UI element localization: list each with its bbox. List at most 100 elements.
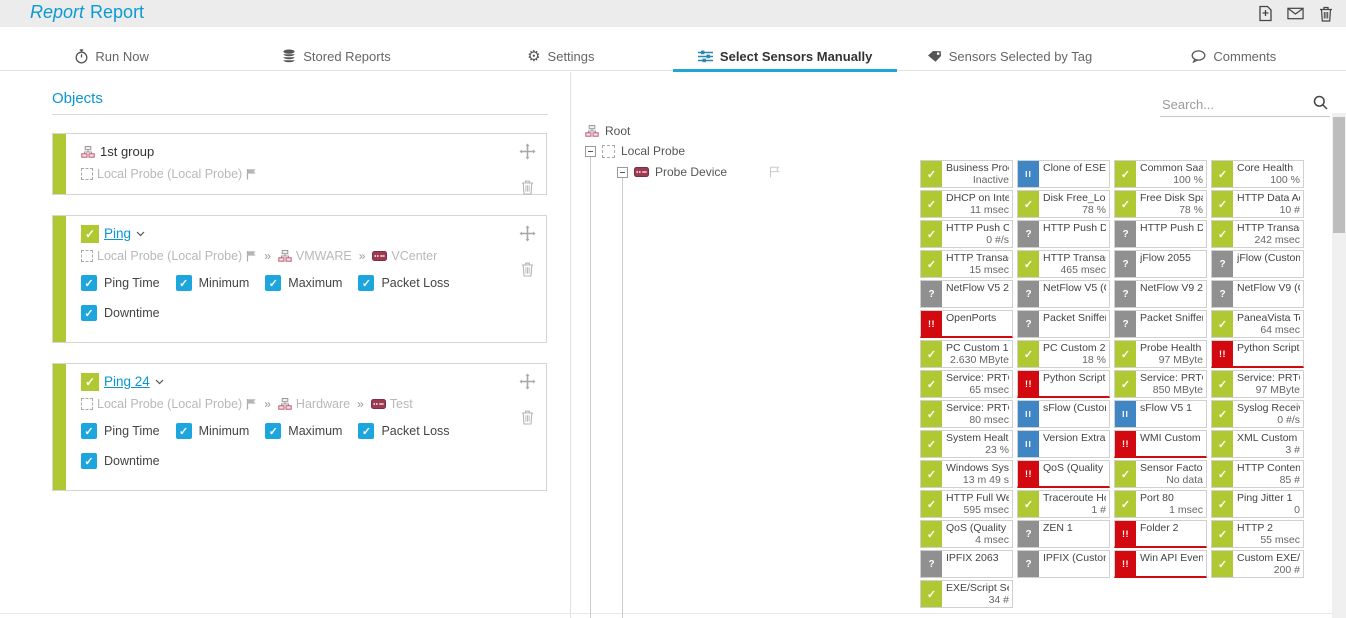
sensor-tile[interactable]: sFlow V5 1 <box>1114 400 1207 428</box>
chevron-down-icon[interactable] <box>155 379 164 385</box>
tab-select-sensors-manually[interactable]: Select Sensors Manually <box>673 42 897 70</box>
sensor-link-ping[interactable]: Ping <box>104 226 131 241</box>
sensor-tile[interactable]: PC Custom 1 2.630 MByte <box>920 340 1013 368</box>
sensor-tile[interactable]: Packet Sniffer 1 <box>1017 310 1110 338</box>
sensor-tile[interactable]: Python Script ... <box>1017 370 1110 398</box>
tab-sensors-selected-by-tag[interactable]: Sensors Selected by Tag <box>897 42 1121 70</box>
sensor-tile[interactable]: jFlow 2055 <box>1114 250 1207 278</box>
tab-comments[interactable]: Comments <box>1122 42 1346 70</box>
sensor-tile[interactable]: EXE/Script Sen... 34 # <box>920 580 1013 608</box>
sensor-link-ping24[interactable]: Ping 24 <box>104 374 150 389</box>
sensor-tile[interactable]: NetFlow V5 (C... <box>1017 280 1110 308</box>
sensor-tile[interactable]: HTTP Push Da... <box>1017 220 1110 248</box>
sensor-tile[interactable]: Custom EXE/S... 200 # <box>1211 550 1304 578</box>
checkbox-checked[interactable] <box>81 305 97 321</box>
sensor-tile[interactable]: Disk Free_Local 78 % <box>1017 190 1110 218</box>
delete-icon[interactable] <box>1317 5 1334 22</box>
sensor-tile[interactable]: Python Script ... <box>1211 340 1304 368</box>
trash-icon[interactable] <box>521 262 534 282</box>
sensor-tile[interactable]: Syslog Receive... 0 #/s <box>1211 400 1304 428</box>
tab-settings[interactable]: ⚙ Settings <box>449 42 673 70</box>
sensor-tile[interactable]: IPFIX 2063 <box>920 550 1013 578</box>
sensor-tile[interactable]: HTTP Full Web... 595 msec <box>920 490 1013 518</box>
sensor-tile[interactable]: HTTP Transact... 242 msec <box>1211 220 1304 248</box>
checkbox-checked[interactable] <box>358 275 374 291</box>
collapse-expander-icon[interactable] <box>617 167 628 178</box>
sensor-tile[interactable]: Common SaaS... 100 % <box>1114 160 1207 188</box>
sensor-tile[interactable]: PaneaVista Te... 64 msec <box>1211 310 1304 338</box>
sensor-tile[interactable]: Folder 2 <box>1114 520 1207 548</box>
sensor-tile[interactable]: HTTP Transact... 15 msec <box>920 250 1013 278</box>
sensor-tile[interactable]: NetFlow V9 (C... <box>1211 280 1304 308</box>
sensor-tile[interactable]: HTTP Content 1 85 # <box>1211 460 1304 488</box>
sensor-tile[interactable]: HTTP Data Ad... 10 # <box>1211 190 1304 218</box>
sensor-tile[interactable]: Clone of ESET ... <box>1017 160 1110 188</box>
move-handle-icon[interactable] <box>519 143 536 165</box>
sensor-tile[interactable]: Windows Syst... 13 m 49 s <box>920 460 1013 488</box>
channel-packet-loss: Packet Loss <box>358 275 449 291</box>
sensor-tile[interactable]: XML Custom E... 3 # <box>1211 430 1304 458</box>
sensor-tile[interactable]: Probe Health 97 MByte <box>1114 340 1207 368</box>
sensor-tile[interactable]: HTTP Push Co... 0 #/s <box>920 220 1013 248</box>
sensor-tile[interactable]: jFlow (Custom... <box>1211 250 1304 278</box>
email-icon[interactable] <box>1287 5 1304 22</box>
sensor-tile[interactable]: Business Proc... Inactive <box>920 160 1013 188</box>
sensor-tile[interactable]: HTTP Transact... 465 msec <box>1017 250 1110 278</box>
checkbox-checked[interactable] <box>176 275 192 291</box>
sensor-tile[interactable]: Service: PRTG ... 80 msec <box>920 400 1013 428</box>
sensor-tile[interactable]: QoS (Quality of... <box>1017 460 1110 488</box>
sensor-tile[interactable]: Traceroute Ho... 1 # <box>1017 490 1110 518</box>
tab-run-now[interactable]: Run Now <box>0 42 224 70</box>
sensor-tile[interactable]: Sensor Factory... No data <box>1114 460 1207 488</box>
channel-minimum: Minimum <box>176 275 250 291</box>
sensor-grid: Business Proc... Inactive Clone of ESET … <box>920 160 1308 608</box>
checkbox-checked[interactable] <box>265 423 281 439</box>
trash-icon[interactable] <box>521 180 534 200</box>
checkbox-checked[interactable] <box>176 423 192 439</box>
sensor-tile[interactable]: Service: PRTG ... 97 MByte <box>1211 370 1304 398</box>
checkbox-checked[interactable] <box>81 423 97 439</box>
sensor-tile[interactable]: Service: PRTG ... 850 MByte <box>1114 370 1207 398</box>
sensor-tile[interactable]: ZEN 1 <box>1017 520 1110 548</box>
sensor-tile[interactable]: Version Extract... <box>1017 430 1110 458</box>
sensor-tile[interactable]: sFlow (Custom... <box>1017 400 1110 428</box>
sensor-tile[interactable]: DHCP on Intel(... 11 msec <box>920 190 1013 218</box>
device-icon <box>372 251 387 261</box>
sensor-tile[interactable]: Service: PRTG ... 65 msec <box>920 370 1013 398</box>
sensor-tile[interactable]: NetFlow V5 20... <box>920 280 1013 308</box>
search-icon[interactable] <box>1313 95 1328 115</box>
chevron-down-icon[interactable] <box>136 231 145 237</box>
sensor-tile[interactable]: QoS (Quality of... 4 msec <box>920 520 1013 548</box>
move-handle-icon[interactable] <box>519 225 536 247</box>
scrollbar-thumb[interactable] <box>1333 117 1345 233</box>
checkbox-checked[interactable] <box>358 423 374 439</box>
sensor-tile[interactable]: System Health 23 % <box>920 430 1013 458</box>
sensor-tile[interactable]: HTTP 2 55 msec <box>1211 520 1304 548</box>
add-report-icon[interactable] <box>1257 5 1274 22</box>
tree-item-root[interactable]: Root <box>585 123 630 139</box>
checkbox-checked[interactable] <box>81 275 97 291</box>
sensor-tile[interactable]: NetFlow V9 20... <box>1114 280 1207 308</box>
sensor-tile[interactable]: WMI Custom S... <box>1114 430 1207 458</box>
sensor-status-icon <box>1115 281 1136 307</box>
tree-item-probe-device[interactable]: Probe Device <box>617 164 780 180</box>
search-input[interactable] <box>1162 94 1302 114</box>
sensor-tile[interactable]: Ping Jitter 1 0 <box>1211 490 1304 518</box>
checkbox-checked[interactable] <box>81 453 97 469</box>
tab-stored-reports[interactable]: Stored Reports <box>224 42 448 70</box>
move-handle-icon[interactable] <box>519 373 536 395</box>
sensor-tile[interactable]: Win API Eventl... <box>1114 550 1207 578</box>
sensor-tile-name: Service: PRTG ... <box>946 402 1009 414</box>
sensor-tile[interactable]: Port 80 1 msec <box>1114 490 1207 518</box>
sensor-tile[interactable]: Core Health 100 % <box>1211 160 1304 188</box>
tree-item-local-probe[interactable]: Local Probe <box>585 143 685 159</box>
sensor-tile[interactable]: Free Disk Spac... 78 % <box>1114 190 1207 218</box>
checkbox-checked[interactable] <box>265 275 281 291</box>
collapse-expander-icon[interactable] <box>585 146 596 157</box>
trash-icon[interactable] <box>521 410 534 430</box>
sensor-tile[interactable]: IPFIX (Custom... <box>1017 550 1110 578</box>
sensor-tile[interactable]: HTTP Push Da... <box>1114 220 1207 248</box>
sensor-tile[interactable]: PC Custom 2 18 % <box>1017 340 1110 368</box>
sensor-tile[interactable]: OpenPorts <box>920 310 1013 338</box>
sensor-tile[interactable]: Packet Sniffer 2 <box>1114 310 1207 338</box>
